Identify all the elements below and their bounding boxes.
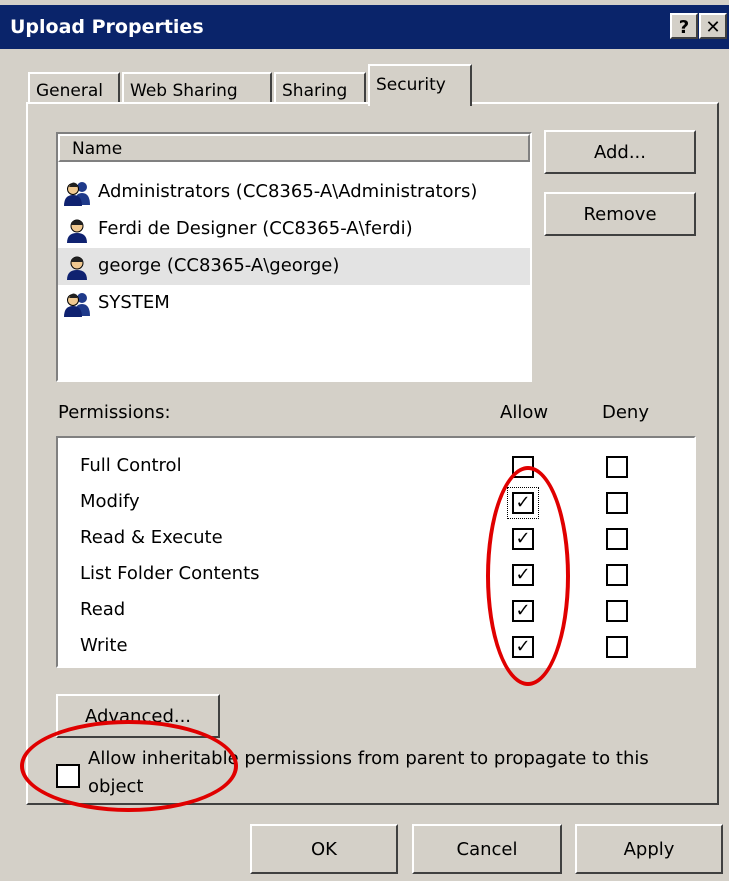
tab-security[interactable]: Security — [368, 64, 472, 106]
allow-inheritable-permissions-checkbox[interactable] — [56, 764, 80, 788]
deny-list-folder-contents-checkbox[interactable] — [606, 564, 628, 586]
cancel-button-label: Cancel — [456, 839, 518, 860]
deny-modify-checkbox[interactable] — [606, 492, 628, 514]
remove-button[interactable]: Remove — [544, 192, 696, 236]
list-item[interactable]: Administrators (CC8365-A\Administrators) — [58, 174, 530, 211]
allow-modify-checkbox[interactable]: ✓ — [512, 492, 534, 514]
list-item[interactable]: SYSTEM — [58, 285, 530, 322]
group-users-icon — [64, 293, 90, 317]
close-button[interactable]: ✕ — [699, 13, 727, 39]
ok-button-label: OK — [311, 839, 337, 860]
security-tab-panel: Name Administrators (CC8365-A\Administra… — [26, 102, 719, 805]
add-button-label: Add... — [593, 142, 646, 163]
user-icon — [67, 256, 87, 280]
permission-name: List Folder Contents — [80, 563, 260, 584]
list-column-header-name[interactable]: Name — [58, 134, 530, 162]
permissions-list: Full Control Modify Read & Execute List … — [56, 436, 696, 668]
apply-button-label: Apply — [623, 839, 675, 860]
deny-full-control-checkbox[interactable] — [606, 456, 628, 478]
deny-column-header: Deny — [602, 402, 649, 423]
cancel-button[interactable]: Cancel — [412, 824, 562, 874]
inherit-permissions-label-line2: object — [88, 776, 144, 797]
group-users-icon — [64, 182, 90, 206]
allow-full-control-checkbox[interactable] — [512, 456, 534, 478]
add-button[interactable]: Add... — [544, 130, 696, 174]
tab-web-sharing[interactable]: Web Sharing — [122, 72, 272, 104]
permission-name: Read — [80, 599, 126, 620]
permission-name: Read & Execute — [80, 527, 223, 548]
user-icon — [67, 219, 87, 243]
list-item-label: SYSTEM — [98, 292, 170, 313]
ok-button[interactable]: OK — [250, 824, 398, 874]
tab-sharing[interactable]: Sharing — [274, 72, 366, 104]
remove-button-label: Remove — [583, 204, 657, 225]
advanced-button-label: Advanced... — [84, 706, 192, 727]
list-item[interactable]: Ferdi de Designer (CC8365-A\ferdi) — [58, 211, 530, 248]
deny-read-checkbox[interactable] — [606, 600, 628, 622]
deny-read-execute-checkbox[interactable] — [606, 528, 628, 550]
allow-column-header: Allow — [500, 402, 549, 423]
permission-name: Modify — [80, 491, 140, 512]
allow-read-checkbox[interactable]: ✓ — [512, 600, 534, 622]
title-bar[interactable]: Upload Properties ? ✕ — [0, 5, 729, 49]
allow-write-checkbox[interactable]: ✓ — [512, 636, 534, 658]
advanced-button[interactable]: Advanced... — [56, 694, 220, 738]
help-button[interactable]: ? — [670, 13, 698, 39]
allow-read-execute-checkbox[interactable]: ✓ — [512, 528, 534, 550]
tab-general[interactable]: General — [28, 72, 120, 104]
users-list[interactable]: Name Administrators (CC8365-A\Administra… — [56, 132, 532, 382]
allow-list-folder-contents-checkbox[interactable]: ✓ — [512, 564, 534, 586]
list-item-label: george (CC8365-A\george) — [98, 255, 340, 276]
upload-properties-dialog: Upload Properties ? ✕ General Web Sharin… — [0, 0, 729, 881]
inherit-permissions-label-line1: Allow inheritable permissions from paren… — [88, 748, 649, 769]
apply-button[interactable]: Apply — [575, 824, 723, 874]
list-item-label: Ferdi de Designer (CC8365-A\ferdi) — [98, 218, 413, 239]
permission-name: Write — [80, 635, 128, 656]
list-item-selected[interactable]: george (CC8365-A\george) — [58, 248, 530, 285]
permissions-label: Permissions: — [58, 402, 171, 423]
deny-write-checkbox[interactable] — [606, 636, 628, 658]
window-title: Upload Properties — [10, 16, 204, 38]
list-item-label: Administrators (CC8365-A\Administrators) — [98, 181, 478, 202]
permission-name: Full Control — [80, 455, 182, 476]
